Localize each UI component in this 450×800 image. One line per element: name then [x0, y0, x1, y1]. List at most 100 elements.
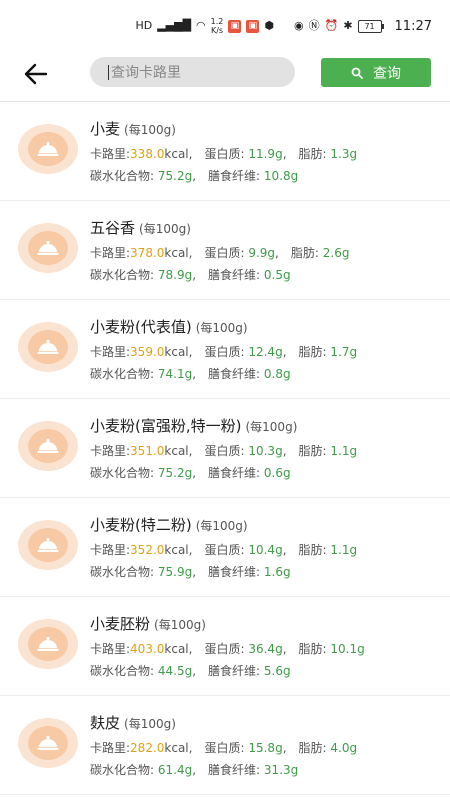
- fiber-value: 0.8g: [263, 367, 291, 381]
- protein-value: 10.4g: [248, 543, 283, 557]
- food-list: 小麦 (每100g) 卡路里:338.0kcal, 蛋白质: 11.9g, 脂肪: 1…: [0, 102, 450, 795]
- protein-value: 11.9g: [248, 147, 283, 161]
- protein-label: 蛋白质:: [204, 246, 245, 260]
- food-nutrition-line-2: 碳水化合物: 74.1g, 膳食纤维: 0.8g: [90, 367, 291, 381]
- food-unit: (每100g): [124, 123, 176, 137]
- carbs-value: 75.2g: [157, 169, 193, 183]
- food-avatar-inner: [28, 429, 68, 463]
- carbs-label: 碳水化合物:: [90, 466, 155, 480]
- food-nutrition-line-2: 碳水化合物: 75.2g, 膳食纤维: 0.6g: [90, 466, 291, 480]
- speed-unit: K/s: [210, 26, 224, 35]
- fiber-value: 31.3g: [263, 763, 299, 777]
- carbs-label: 碳水化合物:: [90, 763, 155, 777]
- battery-icon: 71: [357, 19, 384, 33]
- food-nutrition-line-2: 碳水化合物: 61.4g, 膳食纤维: 31.3g: [90, 763, 299, 777]
- fiber-label: 膳食纤维:: [208, 367, 261, 381]
- fat-label: 脂肪:: [298, 543, 327, 557]
- bluetooth-icon: ✱: [343, 19, 353, 32]
- hd-icon: HD: [135, 19, 153, 32]
- fiber-value: 10.8g: [263, 169, 299, 183]
- carbs-value: 75.9g: [157, 565, 193, 579]
- fat-value: 1.1g: [330, 444, 358, 458]
- fiber-value: 1.6g: [263, 565, 291, 579]
- fat-value: 1.1g: [330, 543, 358, 557]
- fat-label: 脂肪:: [290, 246, 319, 260]
- wifi-icon: ◠: [196, 19, 206, 32]
- food-nutrition-line-1: 卡路里:403.0kcal, 蛋白质: 36.4g, 脂肪: 10.1g: [90, 642, 365, 656]
- food-avatar-inner: [28, 330, 68, 364]
- carbs-value: 78.9g: [157, 268, 193, 282]
- dish-cover-icon: [37, 438, 59, 453]
- food-nutrition-line-2: 碳水化合物: 78.9g, 膳食纤维: 0.5g: [90, 268, 291, 282]
- carbs-value: 75.2g: [157, 466, 193, 480]
- food-avatar-inner: [28, 231, 68, 265]
- food-avatar-inner: [28, 627, 68, 661]
- food-unit: (每100g): [154, 618, 206, 632]
- food-nutrition-line-1: 卡路里:352.0kcal, 蛋白质: 10.4g, 脂肪: 1.1g: [90, 543, 358, 557]
- search-placeholder: 查询卡路里: [111, 65, 181, 81]
- clock: 11:27: [394, 18, 432, 34]
- food-avatar: [18, 322, 78, 372]
- food-list-item[interactable]: 麸皮 (每100g) 卡路里:282.0kcal, 蛋白质: 15.8g, 脂肪: 4…: [0, 696, 450, 795]
- carbs-label: 碳水化合物:: [90, 565, 155, 579]
- back-button[interactable]: [22, 61, 50, 87]
- fiber-value: 5.6g: [263, 664, 291, 678]
- protein-label: 蛋白质:: [204, 543, 245, 557]
- food-list-item[interactable]: 小麦粉(富强粉,特一粉) (每100g) 卡路里:351.0kcal, 蛋白质: 1…: [0, 399, 450, 498]
- food-unit: (每100g): [245, 420, 298, 434]
- status-icons: HD ▂▄▆█ ◠ 1.2 K/s ▣ ▣ ⬢ ◉ Ⓝ ⏰ ✱ 71 11:27: [135, 17, 432, 35]
- food-list-item[interactable]: 小麦 (每100g) 卡路里:338.0kcal, 蛋白质: 11.9g, 脂肪: 1…: [0, 102, 450, 201]
- dish-cover-icon: [37, 537, 59, 552]
- fiber-label: 膳食纤维:: [208, 664, 261, 678]
- nfc-icon: Ⓝ: [308, 19, 320, 32]
- food-nutrition-line-1: 卡路里:378.0kcal, 蛋白质: 9.9g, 脂肪: 2.6g: [90, 246, 350, 260]
- search-input[interactable]: 查询卡路里: [90, 57, 295, 87]
- calories-unit: kcal: [164, 246, 189, 260]
- food-avatar-inner: [28, 726, 68, 760]
- food-unit: (每100g): [124, 717, 176, 731]
- eye-icon: ◉: [294, 19, 304, 32]
- food-list-item[interactable]: 小麦胚粉 (每100g) 卡路里:403.0kcal, 蛋白质: 36.4g, 脂肪:…: [0, 597, 450, 696]
- calories-unit: kcal: [164, 543, 189, 557]
- protein-value: 9.9g: [248, 246, 276, 260]
- search-button[interactable]: 查询: [321, 58, 431, 87]
- signal-icon: ▂▄▆█: [157, 19, 192, 32]
- calories-label: 卡路里:: [90, 345, 131, 359]
- food-name: 五谷香: [90, 219, 136, 237]
- food-title: 小麦粉(富强粉,特一粉) (每100g): [90, 415, 297, 436]
- food-unit: (每100g): [195, 519, 248, 533]
- fiber-label: 膳食纤维:: [208, 169, 261, 183]
- food-avatar: [18, 223, 78, 273]
- search-button-label: 查询: [373, 65, 401, 82]
- food-list-item[interactable]: 小麦粉(代表值) (每100g) 卡路里:359.0kcal, 蛋白质: 12.4g…: [0, 300, 450, 399]
- carbs-label: 碳水化合物:: [90, 664, 155, 678]
- protein-label: 蛋白质:: [204, 147, 245, 161]
- calories-label: 卡路里:: [90, 543, 131, 557]
- food-title: 小麦粉(代表值) (每100g): [90, 316, 248, 337]
- food-nutrition-line-2: 碳水化合物: 75.9g, 膳食纤维: 1.6g: [90, 565, 291, 579]
- protein-label: 蛋白质:: [204, 741, 245, 755]
- calories-value: 352.0: [130, 543, 165, 557]
- calories-value: 359.0: [130, 345, 165, 359]
- fat-value: 1.3g: [330, 147, 358, 161]
- fat-label: 脂肪:: [298, 345, 327, 359]
- fat-label: 脂肪:: [298, 444, 327, 458]
- calories-value: 282.0: [130, 741, 165, 755]
- food-unit: (每100g): [195, 321, 248, 335]
- food-list-item[interactable]: 小麦粉(特二粉) (每100g) 卡路里:352.0kcal, 蛋白质: 10.4g…: [0, 498, 450, 597]
- fat-value: 10.1g: [330, 642, 365, 656]
- network-speed: 1.2 K/s: [211, 17, 224, 35]
- food-avatar-inner: [28, 528, 68, 562]
- protein-label: 蛋白质:: [204, 345, 245, 359]
- calories-unit: kcal: [164, 642, 189, 656]
- calories-unit: kcal: [164, 741, 189, 755]
- food-nutrition-line-1: 卡路里:359.0kcal, 蛋白质: 12.4g, 脂肪: 1.7g: [90, 345, 358, 359]
- dish-cover-icon: [37, 735, 59, 750]
- food-avatar: [18, 124, 78, 174]
- speed-value: 1.2: [210, 17, 224, 26]
- fiber-label: 膳食纤维:: [208, 466, 261, 480]
- calories-label: 卡路里:: [90, 444, 131, 458]
- food-list-item[interactable]: 五谷香 (每100g) 卡路里:378.0kcal, 蛋白质: 9.9g, 脂肪: 2…: [0, 201, 450, 300]
- food-avatar: [18, 520, 78, 570]
- fiber-label: 膳食纤维:: [208, 268, 261, 282]
